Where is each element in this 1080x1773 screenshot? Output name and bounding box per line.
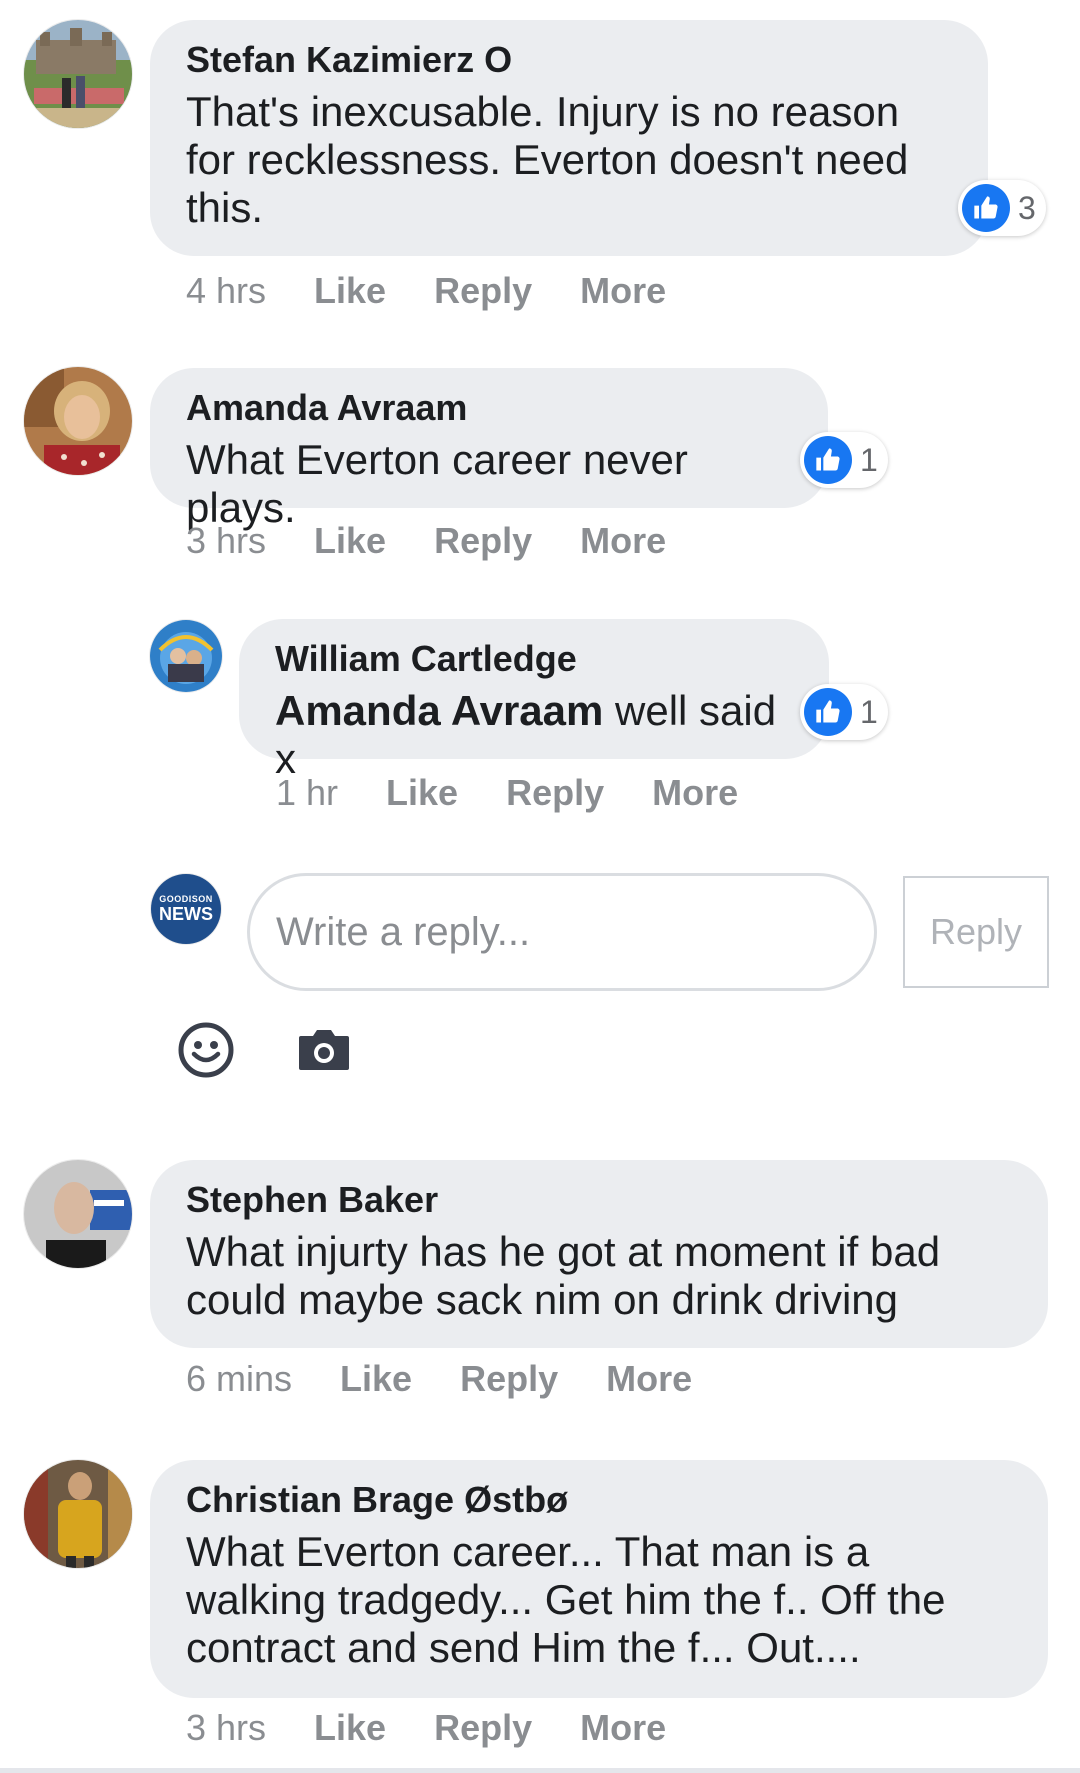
comment-time[interactable]: 3 hrs xyxy=(186,1707,266,1749)
avatar-line-1: GOODISON xyxy=(159,894,213,904)
like-reaction-icon xyxy=(962,184,1010,232)
comment-actions: 6 mins Like Reply More xyxy=(186,1358,692,1400)
reply-time[interactable]: 1 hr xyxy=(276,772,338,814)
reply-author[interactable]: William Cartledge xyxy=(275,637,793,681)
comment-author[interactable]: Christian Brage Østbø xyxy=(186,1478,1012,1522)
comment-time[interactable]: 3 hrs xyxy=(186,520,266,562)
comment-time[interactable]: 6 mins xyxy=(186,1358,292,1400)
comment-text: That's inexcusable. Injury is no reason … xyxy=(186,88,909,231)
comment-text: What Everton career... That man is a wal… xyxy=(186,1528,946,1671)
woman-photo-avatar xyxy=(24,367,132,475)
more-button[interactable]: More xyxy=(580,270,666,312)
more-button[interactable]: More xyxy=(580,520,666,562)
reply-button[interactable]: Reply xyxy=(506,772,604,814)
reply-actions: 1 hr Like Reply More xyxy=(276,772,738,814)
reply-button[interactable]: Reply xyxy=(434,1707,532,1749)
smiley-icon[interactable] xyxy=(177,1021,235,1079)
like-button[interactable]: Like xyxy=(386,772,458,814)
avatar-william[interactable] xyxy=(150,620,222,692)
avatar-amanda[interactable] xyxy=(24,367,132,475)
reaction-summary[interactable]: 1 xyxy=(800,684,888,740)
avatar-line-2: NEWS xyxy=(159,904,213,924)
comment-author[interactable]: Amanda Avraam xyxy=(186,386,792,430)
camera-icon[interactable] xyxy=(297,1026,351,1072)
more-button[interactable]: More xyxy=(606,1358,692,1400)
page-avatar: GOODISON NEWS xyxy=(151,874,221,944)
comment-bubble: Amanda Avraam What Everton career never … xyxy=(150,368,828,531)
avatar-christian[interactable] xyxy=(24,1460,132,1568)
like-button[interactable]: Like xyxy=(340,1358,412,1400)
castle-photo-avatar xyxy=(24,20,132,128)
reaction-summary[interactable]: 3 xyxy=(958,180,1046,236)
more-button[interactable]: More xyxy=(580,1707,666,1749)
comment-time[interactable]: 4 hrs xyxy=(186,270,266,312)
more-button[interactable]: More xyxy=(652,772,738,814)
family-photo-avatar xyxy=(150,620,222,692)
comment-actions: 3 hrs Like Reply More xyxy=(186,1707,666,1749)
like-button[interactable]: Like xyxy=(314,520,386,562)
comment-actions: 3 hrs Like Reply More xyxy=(186,520,666,562)
comment-bubble: Stefan Kazimierz O That's inexcusable. I… xyxy=(150,20,988,256)
comment-bubble: Stephen Baker What injurty has he got at… xyxy=(150,1160,1048,1348)
man-yellow-jacket-avatar xyxy=(24,1460,132,1568)
man-photo-avatar xyxy=(24,1160,132,1268)
reply-bubble: William Cartledge Amanda Avraam well sai… xyxy=(239,619,829,782)
like-button[interactable]: Like xyxy=(314,1707,386,1749)
reply-button[interactable]: Reply xyxy=(460,1358,558,1400)
comment-text: What injurty has he got at moment if bad… xyxy=(186,1228,941,1323)
reaction-count: 1 xyxy=(860,693,878,730)
mention-link[interactable]: Amanda Avraam xyxy=(275,687,603,734)
like-button[interactable]: Like xyxy=(314,270,386,312)
bottom-divider xyxy=(0,1768,1080,1773)
reply-text: Amanda Avraam well said x xyxy=(275,687,793,783)
reply-submit-button[interactable]: Reply xyxy=(903,876,1049,988)
reply-input[interactable]: Write a reply... xyxy=(247,873,877,991)
comment-author[interactable]: Stephen Baker xyxy=(186,1178,1012,1222)
like-reaction-icon xyxy=(804,688,852,736)
avatar-stephen[interactable] xyxy=(24,1160,132,1268)
reply-input-placeholder: Write a reply... xyxy=(276,909,531,954)
reaction-summary[interactable]: 1 xyxy=(800,432,888,488)
comment-actions: 4 hrs Like Reply More xyxy=(186,270,666,312)
reaction-count: 1 xyxy=(860,441,878,478)
comment-bubble: Christian Brage Østbø What Everton caree… xyxy=(150,1460,1048,1698)
reply-button[interactable]: Reply xyxy=(434,270,532,312)
comment-author[interactable]: Stefan Kazimierz O xyxy=(186,38,952,82)
avatar-stefan[interactable] xyxy=(24,20,132,128)
reply-button[interactable]: Reply xyxy=(434,520,532,562)
like-reaction-icon xyxy=(804,436,852,484)
reaction-count: 3 xyxy=(1018,189,1036,226)
comment-text: What Everton career never plays. xyxy=(186,436,688,531)
